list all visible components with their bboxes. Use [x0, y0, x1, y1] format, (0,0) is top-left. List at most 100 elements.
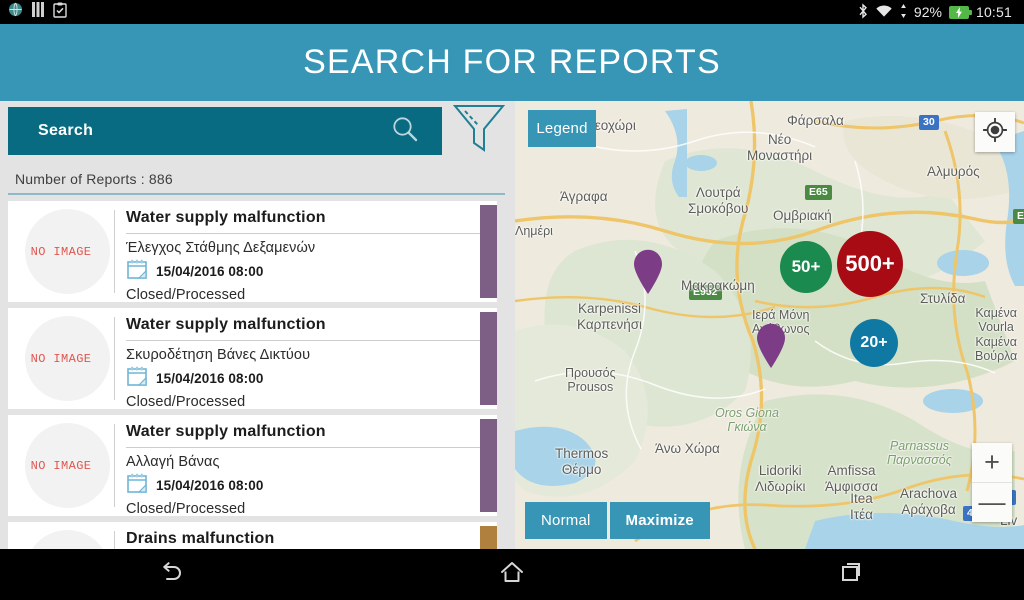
map-place-label: Arachova Αράχοβα [900, 486, 958, 517]
report-title: Water supply malfunction [126, 423, 326, 440]
zoom-in-button[interactable]: + [972, 443, 1012, 482]
report-date: 15/04/2016 08:00 [156, 478, 264, 493]
report-description: Αλλαγή Βάνας [126, 454, 220, 470]
map-cluster-marker[interactable]: 500+ [837, 231, 903, 297]
map-road-shield: E65 [805, 185, 832, 200]
report-card[interactable]: NO IMAGE Drains malfunction [8, 522, 497, 550]
map-place-label: Αλμυρός [927, 164, 980, 179]
report-card[interactable]: NO IMAGE Water supply malfunction Έλεγχος … [8, 201, 497, 303]
map-place-label: Καμένα Vourla Καμένα Βούρλα [975, 306, 1018, 364]
android-status-bar: 92% 10:51 [0, 0, 1024, 24]
report-category-accent [480, 205, 497, 298]
calendar-icon [126, 258, 148, 285]
no-image-label: NO IMAGE [30, 244, 92, 259]
bluetooth-icon [858, 2, 868, 22]
nav-recents-button[interactable] [683, 557, 1024, 592]
legend-button[interactable]: Legend [528, 110, 596, 147]
report-body: Drains malfunction [115, 522, 497, 550]
clock-label: 10:51 [975, 4, 1012, 20]
data-transfer-icon [900, 3, 907, 21]
report-title-rule [126, 340, 481, 341]
report-title-rule [126, 447, 481, 448]
report-thumbnail: NO IMAGE [8, 522, 114, 550]
map-place-label: Parnassus Παρνασσός [887, 439, 952, 468]
search-input[interactable]: Search [8, 107, 442, 155]
status-bar-system: 92% 10:51 [858, 2, 1024, 22]
calendar-icon [126, 365, 148, 392]
report-body: Water supply malfunction Έλεγχος Στάθμης … [115, 201, 497, 303]
map-place-label: Άνω Χώρα [655, 441, 720, 456]
search-placeholder-label: Search [38, 122, 94, 139]
legend-label: Legend [536, 120, 588, 137]
map-place-label: Μακρακώμη [681, 278, 755, 293]
report-thumbnail: NO IMAGE [8, 415, 114, 516]
report-title: Water supply malfunction [126, 209, 326, 226]
map-place-label: Thermos Θέρμο [555, 446, 609, 477]
report-category-accent [480, 312, 497, 405]
back-arrow-icon [156, 557, 186, 592]
battery-percent-label: 92% [913, 4, 942, 20]
reports-panel: Search Number of Reports : 886 NO IMAGE W… [0, 101, 515, 550]
zoom-out-button[interactable]: — [972, 483, 1012, 522]
report-count-label: Number of Reports : 886 [15, 171, 173, 187]
report-title: Water supply malfunction [126, 316, 326, 333]
crosshair-location-icon [982, 117, 1008, 147]
report-description: Σκυροδέτηση Βάνες Δικτύου [126, 347, 311, 363]
map-place-label: Ομβριακή [773, 208, 832, 223]
report-category-accent [480, 526, 497, 550]
map-place-label: Νέο Μοναστήρι [747, 132, 813, 163]
columns-icon [32, 2, 44, 22]
app-root: 92% 10:51 SEARCH FOR REPORTS Search Numb… [0, 0, 1024, 600]
no-image-label: NO IMAGE [30, 351, 92, 366]
clipboard-check-icon [53, 2, 67, 23]
filter-button[interactable] [442, 104, 515, 156]
map-place-label: Άγραφα [560, 189, 608, 204]
map-place-label: Στυλίδα [920, 291, 966, 306]
android-navigation-bar [0, 549, 1024, 600]
report-thumbnail: NO IMAGE [8, 308, 114, 409]
map-place-label: Itea Ιτέα [850, 491, 873, 522]
report-date-row: 15/04/2016 08:00 [126, 472, 497, 499]
nav-home-button[interactable] [341, 557, 682, 592]
reports-list[interactable]: NO IMAGE Water supply malfunction Έλεγχος … [0, 201, 515, 550]
wifi-icon [875, 4, 893, 21]
page-title: SEARCH FOR REPORTS [303, 43, 721, 81]
home-icon [497, 557, 527, 592]
map-normal-button[interactable]: Normal [525, 502, 607, 539]
count-divider [8, 193, 505, 195]
map-road-shield: 30 [919, 115, 939, 130]
my-location-button[interactable] [975, 112, 1015, 152]
calendar-icon [126, 472, 148, 499]
map-place-label: Λημέρι [515, 224, 553, 238]
map-zoom-controls[interactable]: + — [972, 443, 1012, 522]
search-row: Search [0, 104, 515, 156]
recent-apps-icon [838, 557, 868, 592]
report-description: Έλεγχος Στάθμης Δεξαμενών [126, 240, 316, 256]
report-title: Drains malfunction [126, 530, 275, 547]
map-cluster-marker[interactable]: 20+ [850, 319, 898, 367]
thumbnail-placeholder-circle [25, 530, 110, 550]
map-cluster-marker[interactable]: 50+ [780, 241, 832, 293]
map-place-label: Amfissa Άμφισσα [825, 463, 879, 494]
app-title-bar: SEARCH FOR REPORTS [0, 24, 1024, 101]
report-status: Closed/Processed [126, 501, 246, 517]
report-card[interactable]: NO IMAGE Water supply malfunction Αλλαγή Β… [8, 415, 497, 517]
report-body: Water supply malfunction Σκυροδέτηση Βάνε… [115, 308, 497, 410]
no-image-label: NO IMAGE [30, 458, 92, 473]
nav-back-button[interactable] [0, 557, 341, 592]
report-thumbnail: NO IMAGE [8, 201, 114, 302]
report-body: Water supply malfunction Αλλαγή Βάνας 15/0… [115, 415, 497, 517]
magnifier-icon[interactable] [390, 114, 420, 149]
report-date-row: 15/04/2016 08:00 [126, 365, 497, 392]
map-place-label: Karpenissi Καρπενήσι [577, 301, 643, 332]
map-report-pin[interactable] [632, 249, 664, 300]
report-status: Closed/Processed [126, 287, 246, 303]
map-place-label: Lidoriki Λιδωρίκι [755, 463, 806, 494]
map-panel[interactable]: 483EE952E6530LivIteaΙτέαArachovaΑράχοβαA… [515, 101, 1024, 549]
report-date-row: 15/04/2016 08:00 [126, 258, 497, 285]
map-maximize-button[interactable]: Maximize [609, 502, 710, 539]
report-card[interactable]: NO IMAGE Water supply malfunction Σκυροδέτ… [8, 308, 497, 410]
map-place-label: Λουτρά Σμοκόβου [688, 185, 749, 216]
report-status: Closed/Processed [126, 394, 246, 410]
map-report-pin[interactable] [755, 323, 787, 374]
